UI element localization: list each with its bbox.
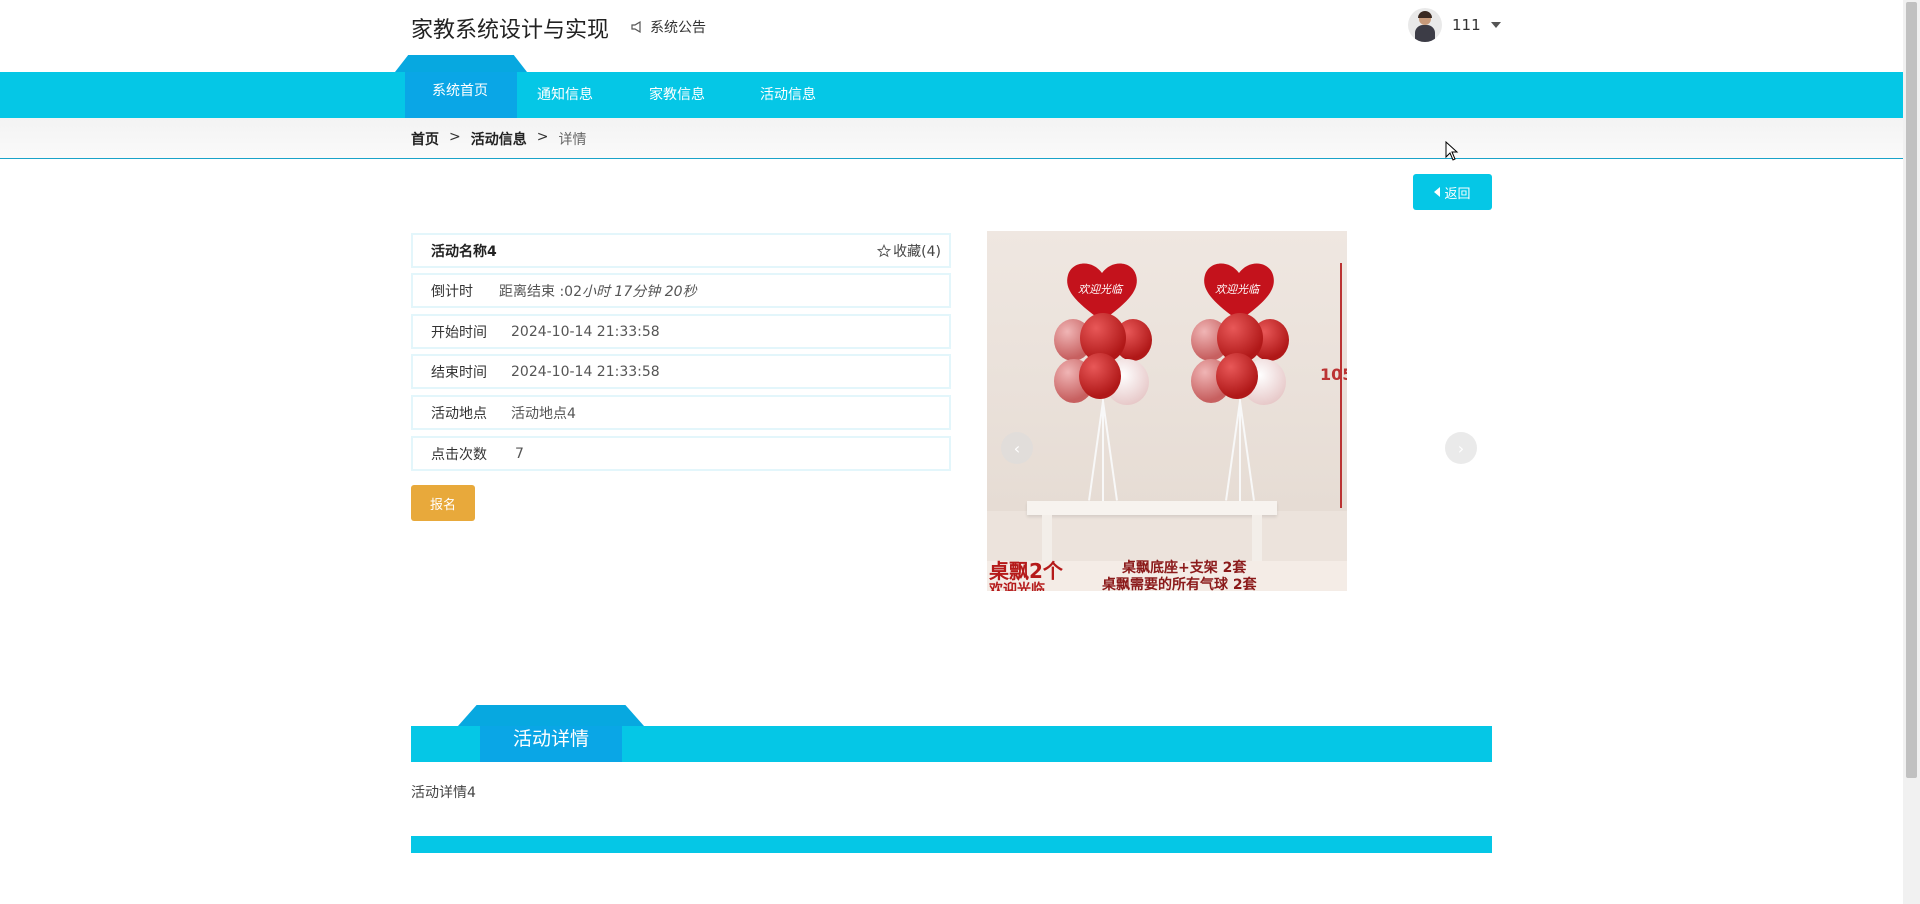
activity-title-row: 活动名称4 收藏(4): [411, 233, 951, 268]
favorite-button[interactable]: 收藏(4): [877, 241, 949, 261]
star-icon: [877, 243, 892, 257]
signup-button[interactable]: 报名: [411, 485, 475, 521]
detail-content: 活动详情4: [411, 785, 476, 801]
start-time-label: 开始时间: [431, 324, 487, 341]
user-menu[interactable]: 111: [1408, 8, 1501, 42]
breadcrumb-separator: >: [449, 129, 461, 145]
end-time-value: 2024-10-14 21:33:58: [511, 363, 660, 380]
site-title: 家教系统设计与实现: [411, 18, 610, 43]
breadcrumb-separator: >: [536, 129, 549, 145]
end-time-row: 结束时间 2024-10-14 21:33:58: [411, 354, 951, 389]
chevron-left-icon: ‹: [1013, 438, 1021, 458]
breadcrumb-band: [0, 118, 1903, 159]
breadcrumb: 首页 > 活动信息 > 详情: [411, 129, 586, 149]
start-time-row: 开始时间 2024-10-14 21:33:58: [411, 314, 951, 349]
location-label: 活动地点: [431, 405, 487, 422]
heart-balloon-text: 欢迎光临: [1215, 283, 1259, 296]
clicks-label: 点击次数: [431, 446, 487, 463]
nav-item-home[interactable]: 系统首页: [432, 66, 488, 112]
avatar: [1408, 8, 1442, 42]
start-time-value: 2024-10-14 21:33:58: [511, 323, 660, 340]
carousel-prev-button[interactable]: ‹: [1001, 432, 1033, 464]
nav-item-tutors[interactable]: 家教信息: [649, 72, 705, 118]
scrollbar-thumb[interactable]: [1906, 2, 1917, 778]
back-button-label: 返回: [1444, 186, 1471, 202]
caret-left-icon: [1434, 187, 1441, 197]
countdown-value: 距离结束 :02小时 17分钟 20秒: [499, 283, 697, 300]
detail-section-bottom-bar: [411, 836, 1492, 853]
nav-item-activities[interactable]: 活动信息: [760, 72, 816, 118]
location-value: 活动地点4: [511, 405, 576, 422]
main-nav: [0, 72, 1903, 118]
image-height-label: 105: [1320, 365, 1347, 384]
countdown-label: 倒计时: [431, 283, 473, 300]
mouse-cursor-icon: [1445, 141, 1459, 161]
image-caption-left-sub: 欢迎光临: [989, 582, 1045, 591]
countdown-row: 倒计时 距离结束 :02小时 17分钟 20秒: [411, 273, 951, 308]
activity-name: 活动名称4: [431, 243, 497, 260]
favorite-label: 收藏(4): [893, 243, 941, 260]
breadcrumb-current: 详情: [558, 132, 587, 148]
clicks-row: 点击次数 7: [411, 436, 951, 471]
chevron-right-icon: ›: [1457, 438, 1465, 458]
user-name: 111: [1452, 16, 1481, 34]
activity-image-carousel[interactable]: 欢迎光临 欢迎光临 105 桌飘2个 欢迎光临 桌飘底座+支架 2套 桌飘需要的…: [987, 231, 1347, 591]
nav-item-notices[interactable]: 通知信息: [537, 72, 593, 118]
system-notice-link[interactable]: 系统公告: [630, 17, 706, 37]
breadcrumb-activities[interactable]: 活动信息: [471, 129, 527, 149]
clicks-value: 7: [515, 445, 524, 462]
detail-section-title: 活动详情: [512, 728, 589, 750]
end-time-label: 结束时间: [431, 364, 487, 381]
system-notice-label: 系统公告: [650, 20, 706, 36]
image-caption-right-2: 桌飘需要的所有气球 2套: [1102, 577, 1257, 591]
carousel-next-button[interactable]: ›: [1445, 432, 1477, 464]
caret-down-icon: [1490, 22, 1501, 28]
location-row: 活动地点 活动地点4: [411, 395, 951, 430]
megaphone-icon: [631, 20, 641, 34]
heart-balloon-text: 欢迎光临: [1078, 283, 1122, 296]
breadcrumb-home[interactable]: 首页: [411, 129, 439, 149]
back-button[interactable]: 返回: [1413, 174, 1492, 210]
